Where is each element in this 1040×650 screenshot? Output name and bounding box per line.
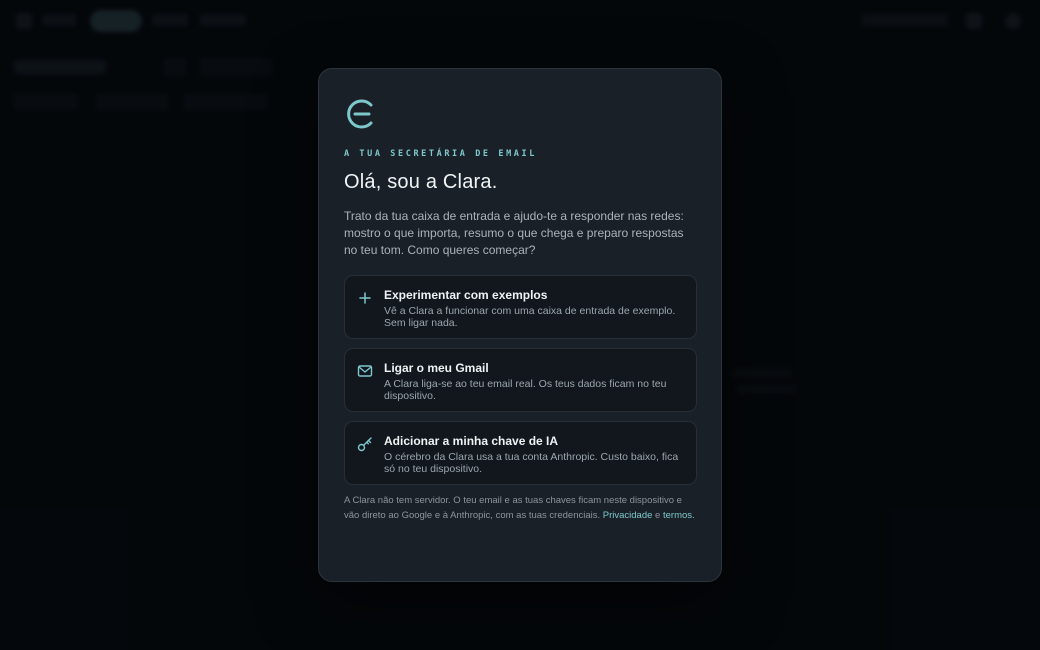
option-description: O cérebro da Clara usa a tua conta Anthr…	[384, 451, 679, 475]
option-title: Experimentar com exemplos	[384, 288, 548, 302]
key-icon	[357, 437, 372, 452]
privacy-note-connector: e	[655, 509, 661, 521]
plus-icon	[359, 292, 371, 304]
modal-intro: Trato da tua caixa de entrada e ajudo-te…	[344, 209, 684, 257]
privacy-link[interactable]: Privacidade	[603, 510, 653, 521]
option-add-ai-key[interactable]: Adicionar a minha chave de IA O cérebro …	[344, 421, 697, 485]
onboarding-modal: A TUA SECRETÁRIA DE EMAIL Olá, sou a Cla…	[318, 68, 722, 582]
option-connect-gmail[interactable]: Ligar o meu Gmail A Clara liga-se ao teu…	[344, 348, 697, 412]
option-description: Vê a Clara a funcionar com uma caixa de …	[384, 305, 676, 329]
option-try-examples[interactable]: Experimentar com exemplos Vê a Clara a f…	[344, 275, 697, 339]
option-title: Ligar o meu Gmail	[384, 361, 489, 375]
clara-logo-icon	[347, 99, 373, 129]
option-title: Adicionar a minha chave de IA	[384, 434, 559, 448]
terms-link[interactable]: termos.	[663, 510, 695, 521]
start-options: Experimentar com exemplos Vê a Clara a f…	[344, 275, 697, 485]
option-description: A Clara liga-se ao teu email real. Os te…	[384, 378, 667, 402]
mail-icon	[357, 365, 373, 377]
privacy-note: A Clara não tem servidor. O teu email e …	[344, 494, 698, 523]
modal-title: Olá, sou a Clara.	[344, 171, 498, 193]
modal-eyebrow: A TUA SECRETÁRIA DE EMAIL	[344, 149, 537, 159]
